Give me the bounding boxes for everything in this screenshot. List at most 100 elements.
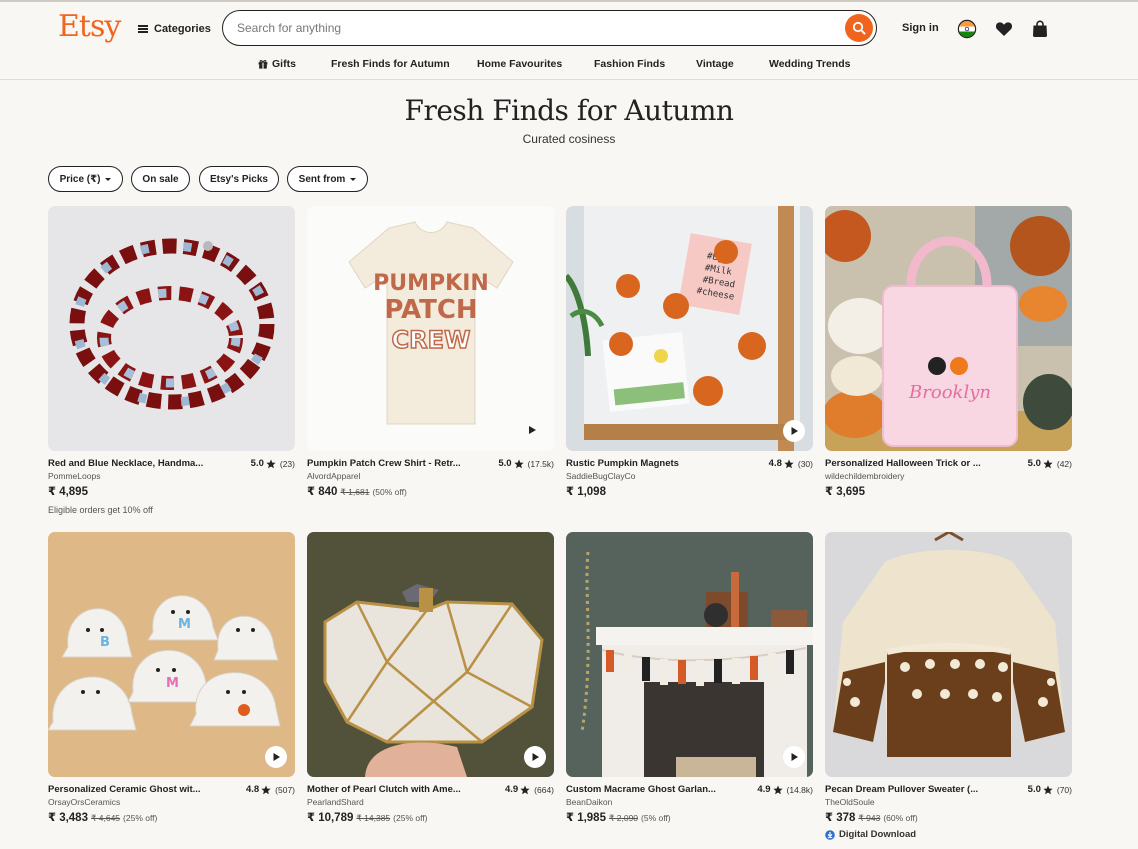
listing-image-necklace[interactable] — [48, 206, 295, 451]
star-icon — [266, 459, 276, 468]
listing-rating: 5.0 (42) — [1028, 458, 1072, 469]
shop-name: BeanDaikon — [566, 797, 613, 807]
listing-rating: 4.9 (14.8k) — [757, 784, 813, 795]
nav-label: Fresh Finds for Autumn — [331, 58, 450, 70]
original-price: ₹ 943 — [858, 813, 881, 823]
play-icon[interactable] — [783, 746, 805, 768]
listing-price: ₹ 1,098 — [566, 484, 606, 498]
shop-name: SaddieBugClayCo — [566, 471, 636, 481]
listing-image-macrame-garland[interactable] — [566, 532, 813, 777]
listing-card[interactable]: Mother of Pearl Clutch with Ame... 4.9 (… — [307, 532, 554, 832]
categories-label: Categories — [154, 23, 211, 35]
digital-download-label: Digital Download — [839, 829, 917, 840]
listing-card[interactable]: B M M Personalized Ceramic Ghost wit... … — [48, 532, 295, 832]
filter-label: Etsy's Picks — [210, 173, 268, 185]
star-icon — [784, 459, 794, 468]
filter-on-sale[interactable]: On sale — [131, 166, 190, 192]
discount: (5% off) — [641, 813, 671, 823]
nav-item-fresh-finds[interactable]: Fresh Finds for Autumn — [331, 57, 450, 71]
listing-card[interactable]: Red and Blue Necklace, Handma... 5.0 (23… — [48, 206, 295, 521]
listing-title[interactable]: Pecan Dream Pullover Sweater (... — [825, 784, 995, 795]
listing-rating: 4.8 (507) — [246, 784, 295, 795]
listing-image-pearl-clutch[interactable] — [307, 532, 554, 777]
nav-label: Gifts — [272, 58, 296, 70]
caret-down-icon — [105, 177, 112, 181]
filter-sent-from[interactable]: Sent from — [287, 166, 368, 192]
listing-image-sweater[interactable] — [825, 532, 1072, 777]
top-border — [0, 0, 1138, 2]
nav-item-vintage[interactable]: Vintage — [696, 57, 734, 71]
listing-image-shirt[interactable]: PUMPKIN PATCH CREW — [307, 206, 554, 451]
star-icon — [772, 785, 783, 794]
rating-value: 4.9 — [504, 784, 519, 795]
svg-text:PATCH: PATCH — [384, 295, 477, 325]
etsy-logo[interactable]: Etsy — [58, 9, 121, 44]
play-icon[interactable] — [783, 420, 805, 442]
rating-count: (14.8k) — [786, 784, 813, 795]
listing-card[interactable]: Brooklyn Personalized Halloween Trick or… — [825, 206, 1072, 506]
categories-button[interactable]: Categories — [138, 20, 211, 38]
listing-title[interactable]: Red and Blue Necklace, Handma... — [48, 458, 218, 469]
listing-image-halloween-basket[interactable]: Brooklyn — [825, 206, 1072, 451]
original-price: ₹ 2,090 — [608, 813, 639, 823]
download-icon — [825, 829, 835, 840]
sale-price: ₹ 378 — [825, 812, 856, 824]
rating-value: 5.0 — [498, 458, 512, 469]
play-icon[interactable] — [524, 746, 546, 768]
listing-title[interactable]: Pumpkin Patch Crew Shirt - Retr... — [307, 458, 477, 469]
listing-price: ₹ 4,895 — [48, 484, 88, 498]
header: Etsy Categories Sign in — [0, 0, 1138, 80]
digital-download-badge: Digital Download — [825, 829, 916, 840]
listing-card[interactable]: Custom Macrame Ghost Garlan... 4.9 (14.8… — [566, 532, 813, 832]
rating-count: (664) — [534, 784, 554, 795]
favorites-button[interactable] — [993, 18, 1015, 40]
search-button[interactable] — [845, 14, 873, 42]
rating-value: 4.8 — [245, 784, 260, 795]
listing-title[interactable]: Mother of Pearl Clutch with Ame... — [307, 784, 477, 795]
sale-price: ₹ 3,483 — [48, 812, 88, 824]
rating-count: (23) — [279, 458, 295, 469]
nav-item-gifts[interactable]: Gifts — [258, 57, 296, 71]
shopping-bag-icon — [1033, 20, 1047, 37]
listing-price: ₹ 840 ₹ 1,681 (50% off) — [307, 484, 407, 498]
listing-rating: 5.0 (17.5k) — [498, 458, 554, 469]
shop-name: PommeLoops — [48, 471, 101, 481]
listing-card[interactable]: Pecan Dream Pullover Sweater (... 5.0 (7… — [825, 532, 1072, 844]
rating-value: 5.0 — [250, 458, 264, 469]
region-button[interactable] — [956, 18, 978, 40]
listing-card[interactable]: #Eggs #Milk #Bread #cheese Rustic Pumpki… — [566, 206, 813, 506]
nav-item-fashion-finds[interactable]: Fashion Finds — [594, 57, 665, 71]
listing-rating: 5.0 (23) — [251, 458, 295, 469]
search-input[interactable] — [237, 19, 837, 37]
nav-item-home-favourites[interactable]: Home Favourites — [477, 57, 562, 71]
play-icon[interactable] — [526, 424, 538, 436]
listing-price: ₹ 3,695 — [825, 484, 865, 498]
listing-card[interactable]: PUMPKIN PATCH CREW Pumpkin Patch Crew Sh… — [307, 206, 554, 506]
listing-title[interactable]: Rustic Pumpkin Magnets — [566, 458, 736, 469]
gift-icon — [258, 59, 268, 69]
svg-text:PUMPKIN: PUMPKIN — [373, 271, 489, 296]
page-title: Fresh Finds for Autumn — [404, 94, 734, 127]
filter-price[interactable]: Price (₹) — [48, 166, 123, 192]
listing-title[interactable]: Custom Macrame Ghost Garlan... — [566, 784, 736, 795]
listing-image-magnets[interactable]: #Eggs #Milk #Bread #cheese — [566, 206, 813, 451]
sign-in-link[interactable]: Sign in — [902, 22, 939, 34]
listing-title[interactable]: Personalized Halloween Trick or ... — [825, 458, 995, 469]
listing-price: ₹ 10,789 ₹ 14,385 (25% off) — [307, 810, 428, 824]
svg-text:M: M — [166, 676, 179, 691]
listing-price: ₹ 378 ₹ 943 (60% off) — [825, 810, 918, 824]
page-subtitle: Curated cosiness — [522, 132, 616, 146]
star-icon — [1043, 459, 1053, 468]
svg-text:M: M — [178, 617, 191, 632]
nav-item-wedding-trends[interactable]: Wedding Trends — [769, 57, 850, 71]
filter-etsys-picks[interactable]: Etsy's Picks — [199, 166, 279, 192]
listing-rating: 4.8 (30) — [769, 458, 813, 469]
listing-title[interactable]: Personalized Ceramic Ghost wit... — [48, 784, 218, 795]
sale-price: ₹ 1,098 — [566, 486, 606, 498]
rating-count: (507) — [275, 784, 295, 795]
play-icon[interactable] — [265, 746, 287, 768]
shop-name: wildechildembroidery — [825, 471, 905, 481]
discount: (50% off) — [372, 487, 407, 497]
cart-button[interactable] — [1029, 18, 1051, 40]
listing-image-ceramic-ghosts[interactable]: B M M — [48, 532, 295, 777]
